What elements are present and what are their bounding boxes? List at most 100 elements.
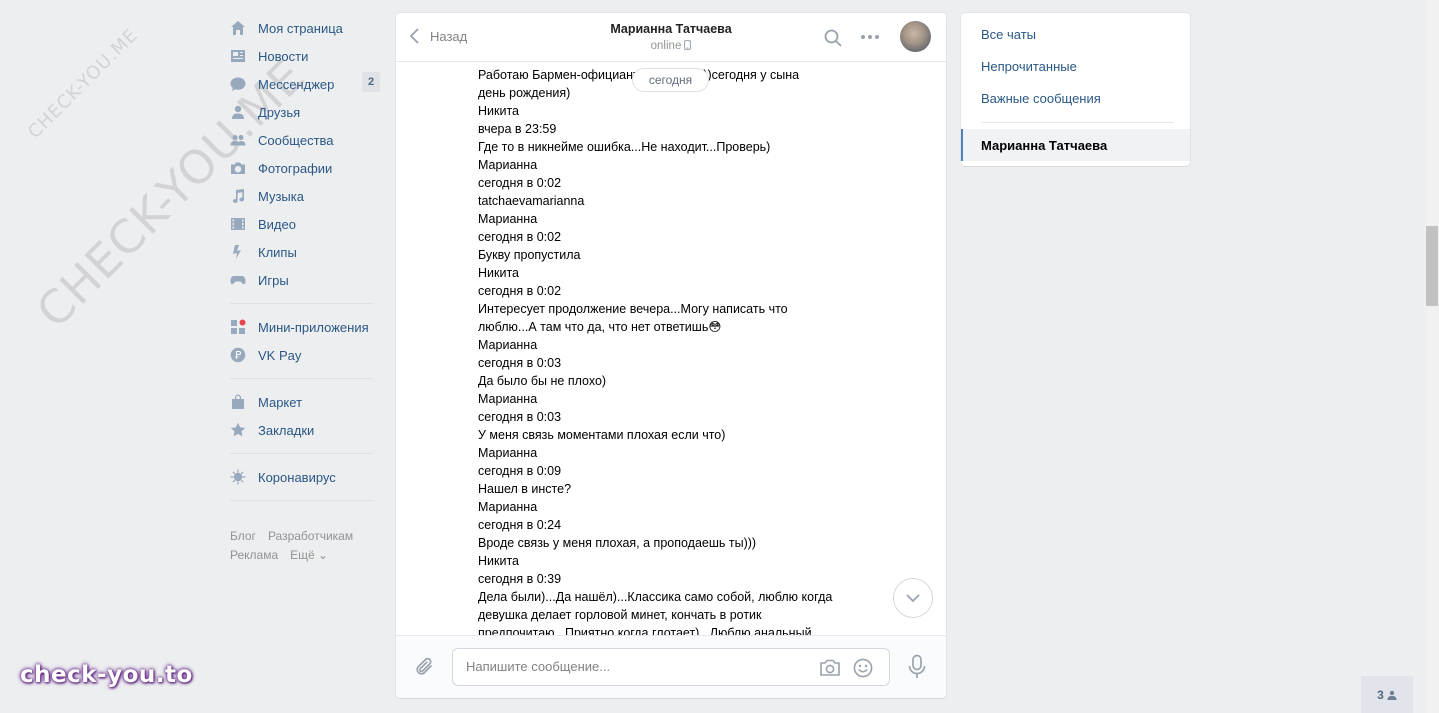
camera-icon[interactable]: [819, 658, 841, 678]
left-navigation: Моя страница Новости Мессенджер Друзья С…: [230, 14, 380, 510]
nav-item-news[interactable]: Новости: [230, 42, 380, 70]
emoji-icon[interactable]: [853, 658, 873, 678]
nav-item-music[interactable]: Музыка: [230, 182, 380, 210]
panel-divider: [981, 122, 1174, 123]
messenger-unread-badge: 2: [362, 72, 380, 92]
filter-all-chats[interactable]: Все чаты: [961, 18, 1190, 50]
watermark-small: CHECK-YOU.ME: [24, 24, 143, 143]
music-icon: [230, 188, 246, 204]
message-line: девушка делает горловой минет, кончать в…: [478, 608, 762, 622]
nav-divider: [230, 378, 373, 379]
news-icon: [230, 48, 246, 64]
nav-item-vk-pay[interactable]: VK Pay: [230, 341, 380, 369]
nav-item-label: Маркет: [258, 394, 303, 410]
message-line: Никита: [478, 104, 519, 118]
nav-item-photos[interactable]: Фотографии: [230, 154, 380, 182]
footer-link-more[interactable]: Ещё ⌄: [290, 548, 328, 562]
page-scrollbar-thumb[interactable]: [1426, 226, 1438, 306]
message-input-box[interactable]: [452, 648, 890, 686]
nav-item-bookmarks[interactable]: Закладки: [230, 416, 380, 444]
nav-item-market[interactable]: Маркет: [230, 388, 380, 416]
video-icon: [230, 216, 246, 232]
message-line: сегодня в 0:39: [478, 572, 562, 586]
nav-item-messenger[interactable]: Мессенджер: [230, 70, 380, 98]
message-line: Марианна: [478, 500, 538, 514]
chat-header: Назад Марианна Татчаева online: [396, 13, 946, 62]
person-icon: [1387, 690, 1397, 700]
nav-item-clips[interactable]: Клипы: [230, 238, 380, 266]
nav-item-label: Новости: [258, 48, 309, 64]
filter-important[interactable]: Важные сообщения: [961, 82, 1190, 114]
message-line: сегодня в 0:03: [478, 410, 562, 424]
message-line: сегодня в 0:24: [478, 518, 562, 532]
nav-item-coronavirus[interactable]: Коронавирус: [230, 463, 380, 491]
paperclip-icon[interactable]: [414, 656, 436, 678]
message-line: Вроде связь у меня плохая, а проподаешь …: [478, 536, 757, 550]
nav-item-label: Музыка: [258, 188, 304, 204]
message-line: Где то в никнейме ошибка...Не находит...…: [478, 140, 771, 154]
market-icon: [230, 394, 246, 410]
footer-link-developers[interactable]: Разработчикам: [268, 529, 353, 543]
message-input[interactable]: [466, 659, 796, 674]
message-line: Марианна: [478, 338, 538, 352]
nav-divider: [230, 453, 373, 454]
message-line: вчера в 23:59: [478, 122, 557, 136]
virus-icon: [230, 469, 246, 485]
home-icon: [230, 20, 246, 36]
message-line: сегодня в 0:03: [478, 356, 562, 370]
nav-item-label: Игры: [258, 272, 289, 288]
nav-item-label: Мессенджер: [258, 76, 335, 92]
message-line: сегодня в 0:02: [478, 230, 562, 244]
nav-item-label: Моя страница: [258, 20, 343, 36]
nav-item-label: Коронавирус: [258, 469, 336, 485]
camera-icon: [230, 160, 246, 176]
message-composer: [396, 635, 946, 698]
nav-item-my-page[interactable]: Моя страница: [230, 14, 380, 42]
communities-icon: [230, 132, 246, 148]
nav-item-label: Закладки: [258, 422, 315, 438]
online-count-value: 3: [1377, 687, 1384, 702]
messenger-icon: [230, 76, 246, 92]
peer-avatar[interactable]: [900, 21, 931, 52]
chat-filter-panel: Все чаты Непрочитанные Важные сообщения …: [961, 13, 1190, 166]
message-line: У меня связь моментами плохая если что): [478, 428, 726, 442]
vkpay-icon: [230, 347, 246, 363]
footer-links: Блог Разработчикам Реклама Ещё ⌄: [230, 527, 380, 565]
more-icon[interactable]: [859, 30, 881, 44]
message-line: сегодня в 0:02: [478, 284, 562, 298]
footer-link-ads[interactable]: Реклама: [230, 548, 278, 562]
nav-item-label: Видео: [258, 216, 296, 232]
message-line: Марианна: [478, 392, 538, 406]
mobile-icon: [684, 40, 692, 50]
nav-item-video[interactable]: Видео: [230, 210, 380, 238]
chat-window: Назад Марианна Татчаева online Работаю Б…: [396, 13, 946, 698]
active-chat-item[interactable]: Марианна Татчаева: [961, 129, 1190, 161]
page-scrollbar[interactable]: [1425, 0, 1439, 713]
message-line: Марианна: [478, 158, 538, 172]
message-lines: Работаю Бармен-официант(честь 2-ое))сего…: [478, 66, 878, 635]
nav-item-label: Мини-приложения: [258, 319, 369, 335]
nav-item-label: Сообщества: [258, 132, 334, 148]
search-icon[interactable]: [824, 29, 842, 47]
nav-item-label: Фотографии: [258, 160, 333, 176]
filter-unread[interactable]: Непрочитанные: [961, 50, 1190, 82]
microphone-icon[interactable]: [908, 654, 926, 680]
message-line: Никита: [478, 554, 519, 568]
brand-logo: check-you.to: [20, 662, 193, 688]
message-line: Марианна: [478, 212, 538, 226]
footer-link-blog[interactable]: Блог: [230, 529, 256, 543]
message-line: предпочитаю...Приятно когда глотает)...Л…: [478, 626, 812, 635]
friends-icon: [230, 104, 246, 120]
nav-item-mini-apps[interactable]: Мини-приложения: [230, 313, 380, 341]
clips-icon: [230, 244, 246, 260]
online-friends-counter[interactable]: 3: [1361, 676, 1413, 713]
message-line: Марианна: [478, 446, 538, 460]
message-line: Дела были)...Да нашёл)...Классика само с…: [478, 590, 833, 604]
message-line: люблю...А там что да, что нет ответишь😳: [478, 320, 722, 334]
scroll-to-bottom-button[interactable]: [893, 578, 933, 618]
message-history: Работаю Бармен-официант(честь 2-ое))сего…: [396, 62, 946, 635]
nav-item-communities[interactable]: Сообщества: [230, 126, 380, 154]
message-line: Букву пропустила: [478, 248, 581, 262]
nav-item-friends[interactable]: Друзья: [230, 98, 380, 126]
nav-item-games[interactable]: Игры: [230, 266, 380, 294]
